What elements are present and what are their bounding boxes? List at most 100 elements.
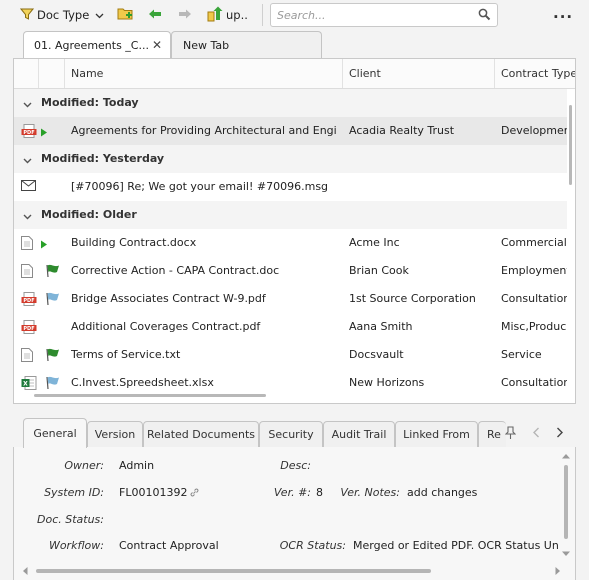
- link-icon[interactable]: [190, 487, 199, 500]
- forward-button[interactable]: [178, 4, 192, 26]
- ver-label: Ver. #:: [273, 486, 311, 499]
- cell-contract-type: Developmen: [501, 124, 567, 137]
- group-label: Modified: Older: [41, 208, 137, 221]
- group-row[interactable]: Modified: Older: [14, 201, 567, 229]
- cell-contract-type: [501, 173, 567, 201]
- cell-client: 1st Source Corporation: [349, 292, 476, 305]
- group-row[interactable]: Modified: Today: [14, 89, 567, 117]
- back-button[interactable]: [148, 4, 162, 26]
- details-h-scrollbar-thumb[interactable]: [36, 569, 431, 573]
- column-divider: [64, 59, 65, 88]
- vertical-scrollbar[interactable]: [567, 89, 575, 389]
- arrow-left-icon: [148, 8, 162, 23]
- cell-client: Aana Smith: [349, 320, 413, 333]
- table-row[interactable]: PDF Additional Coverages Contract.pdf Aana…: [14, 313, 567, 341]
- tab-related[interactable]: Re: [478, 421, 506, 448]
- details-scrollbar-thumb[interactable]: [564, 465, 568, 539]
- horizontal-scrollbar-thumb[interactable]: [34, 394, 266, 397]
- tab-scroll-right-icon[interactable]: [556, 427, 564, 441]
- chevron-down-icon[interactable]: [23, 98, 32, 111]
- scroll-down-icon[interactable]: [562, 551, 570, 557]
- tab-new[interactable]: New Tab: [171, 31, 322, 58]
- ocr-status-value: Merged or Edited PDF. OCR Status Unavail: [353, 539, 559, 552]
- cell-client: Acadia Realty Trust: [349, 124, 455, 137]
- owner-label: Owner:: [64, 459, 104, 472]
- tab-scroll-left-icon[interactable]: [532, 427, 540, 441]
- group-label: Modified: Today: [41, 96, 139, 109]
- up-folder-icon: [207, 6, 223, 25]
- document-grid: Name Client Contract Type Modified: Toda…: [13, 58, 576, 404]
- scroll-left-icon[interactable]: [22, 567, 28, 575]
- svg-text:X: X: [23, 381, 28, 388]
- doc-status-label: Doc. Status:: [37, 513, 104, 526]
- up-label: up..: [226, 8, 248, 22]
- up-folder-button[interactable]: up..: [207, 4, 248, 26]
- chevron-down-icon: [95, 9, 104, 22]
- scroll-up-icon[interactable]: [562, 453, 570, 459]
- general-properties-panel: Owner: Admin Desc: System ID: FL00101392…: [13, 447, 576, 580]
- vertical-scrollbar-thumb[interactable]: [569, 105, 572, 185]
- search-placeholder: Search...: [277, 9, 326, 22]
- system-id-value: FL00101392: [119, 486, 188, 499]
- column-divider: [494, 59, 495, 88]
- document-icon: [21, 348, 33, 365]
- system-id-label: System ID:: [44, 486, 104, 499]
- chevron-down-icon[interactable]: [23, 210, 32, 223]
- tab-agreements-label: 01. Agreements _C...: [34, 39, 149, 52]
- close-icon[interactable]: ✕: [152, 38, 162, 52]
- cell-contract-type: Service: [501, 348, 542, 361]
- horizontal-scrollbar[interactable]: [14, 391, 575, 403]
- tab-general[interactable]: General: [23, 418, 87, 448]
- column-header-client[interactable]: Client: [349, 59, 381, 88]
- cell-client: Docsvault: [349, 348, 404, 361]
- cell-contract-type: Misc,Produc: [501, 320, 567, 333]
- table-row[interactable]: PDF Agreements for Providing Architectura…: [14, 117, 567, 145]
- ver-value: 8: [316, 486, 323, 499]
- column-header-name[interactable]: Name: [71, 59, 103, 88]
- chevron-down-icon[interactable]: [23, 154, 32, 167]
- svg-text:PDF: PDF: [23, 326, 34, 332]
- new-folder-button[interactable]: [117, 4, 135, 26]
- cell-name: Corrective Action - CAPA Contract.doc: [71, 264, 280, 277]
- tab-agreements[interactable]: 01. Agreements _C... ✕: [23, 31, 171, 58]
- play-arrow-icon[interactable]: [40, 239, 48, 252]
- document-icon: [21, 236, 33, 253]
- table-row[interactable]: Building Contract.docx Acme Inc Commercial: [14, 229, 567, 257]
- column-divider: [38, 59, 39, 88]
- tab-version[interactable]: Version: [87, 421, 143, 448]
- column-header-contract-type[interactable]: Contract Type: [501, 59, 575, 88]
- tab-audit-trail[interactable]: Audit Trail: [323, 421, 395, 448]
- cell-contract-type: Commercial: [501, 236, 567, 249]
- document-icon: [21, 264, 33, 281]
- cell-name: Bridge Associates Contract W-9.pdf: [71, 292, 266, 305]
- play-arrow-icon[interactable]: [40, 127, 48, 140]
- more-options-button[interactable]: ...: [553, 4, 573, 22]
- tab-related-documents[interactable]: Related Documents: [143, 421, 259, 448]
- tab-security[interactable]: Security: [259, 421, 323, 448]
- table-row[interactable]: [#70096] Re; We got your email! #70096.m…: [14, 173, 567, 201]
- scroll-right-icon[interactable]: [555, 567, 561, 575]
- svg-text:PDF: PDF: [23, 298, 34, 304]
- toolbar: Doc Type up.. Search... ...: [0, 0, 589, 30]
- table-row[interactable]: Corrective Action - CAPA Contract.doc Bri…: [14, 257, 567, 285]
- green-flag-icon[interactable]: [45, 348, 61, 365]
- pin-icon[interactable]: [504, 426, 517, 443]
- details-vertical-scrollbar[interactable]: [559, 451, 573, 563]
- workflow-value: Contract Approval: [119, 539, 219, 552]
- group-row[interactable]: Modified: Yesterday: [14, 145, 567, 173]
- toolbar-separator: [262, 4, 263, 26]
- ver-notes-value: add changes: [407, 486, 478, 499]
- green-flag-icon[interactable]: [45, 264, 61, 281]
- cell-name: Agreements for Providing Architectural a…: [71, 124, 336, 137]
- new-folder-icon: [117, 6, 135, 24]
- doc-type-filter-button[interactable]: Doc Type: [19, 4, 104, 26]
- table-row[interactable]: PDF Bridge Associates Contract W-9.pdf 1st…: [14, 285, 567, 313]
- search-input[interactable]: Search...: [270, 3, 498, 27]
- details-horizontal-scrollbar[interactable]: [22, 565, 562, 577]
- blue-flag-icon[interactable]: [45, 292, 61, 309]
- tab-linked-from[interactable]: Linked From: [395, 421, 478, 448]
- cell-client: Acme Inc: [349, 236, 400, 249]
- grid-body: Modified: Today PDF Agreements for Providi…: [14, 89, 567, 390]
- table-row[interactable]: Terms of Service.txt Docsvault Service: [14, 341, 567, 369]
- search-icon[interactable]: [478, 8, 491, 24]
